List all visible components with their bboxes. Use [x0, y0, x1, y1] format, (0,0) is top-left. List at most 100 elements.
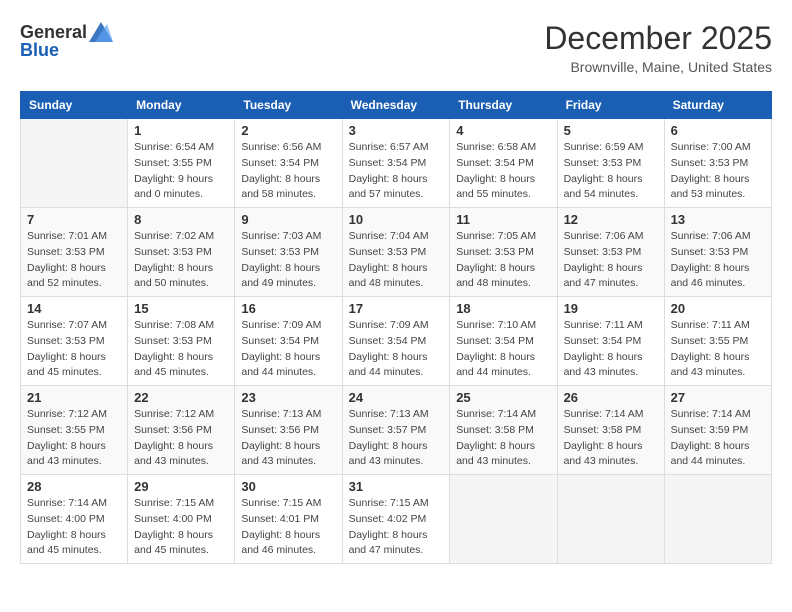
calendar-cell: 27 Sunrise: 7:14 AM Sunset: 3:59 PM Dayli…: [664, 386, 771, 475]
day-info: Sunrise: 7:01 AM Sunset: 3:53 PM Dayligh…: [27, 229, 121, 292]
logo-icon: [89, 20, 113, 44]
day-number: 29: [134, 479, 228, 494]
day-number: 14: [27, 301, 121, 316]
calendar-week-row: 21Sunrise: 7:12 AM Sunset: 3:55 PM Dayli…: [21, 386, 772, 475]
day-number: 25: [456, 390, 550, 405]
day-info: Sunrise: 7:04 AM Sunset: 3:53 PM Dayligh…: [349, 229, 444, 292]
day-number: 23: [241, 390, 335, 405]
calendar-week-row: 7 Sunrise: 7:01 AM Sunset: 3:53 PM Daylig…: [21, 208, 772, 297]
day-number: 27: [671, 390, 765, 405]
calendar-cell: 16Sunrise: 7:09 AM Sunset: 3:54 PM Dayli…: [235, 297, 342, 386]
day-number: 9: [241, 212, 335, 227]
calendar-cell: 18 Sunrise: 7:10 AM Sunset: 3:54 PM Dayli…: [450, 297, 557, 386]
calendar-week-row: 1 Sunrise: 6:54 AM Sunset: 3:55 PM Daylig…: [21, 119, 772, 208]
calendar-cell: 7 Sunrise: 7:01 AM Sunset: 3:53 PM Daylig…: [21, 208, 128, 297]
day-info: Sunrise: 6:56 AM Sunset: 3:54 PM Dayligh…: [241, 140, 335, 203]
day-number: 26: [564, 390, 658, 405]
calendar-table: SundayMondayTuesdayWednesdayThursdayFrid…: [20, 91, 772, 564]
day-number: 18: [456, 301, 550, 316]
day-number: 19: [564, 301, 658, 316]
day-number: 1: [134, 123, 228, 138]
calendar-header-row: SundayMondayTuesdayWednesdayThursdayFrid…: [21, 92, 772, 119]
day-info: Sunrise: 6:59 AM Sunset: 3:53 PM Dayligh…: [564, 140, 658, 203]
calendar-body: 1 Sunrise: 6:54 AM Sunset: 3:55 PM Daylig…: [21, 119, 772, 564]
day-info: Sunrise: 7:13 AM Sunset: 3:56 PM Dayligh…: [241, 407, 335, 470]
day-info: Sunrise: 7:13 AM Sunset: 3:57 PM Dayligh…: [349, 407, 444, 470]
day-info: Sunrise: 7:06 AM Sunset: 3:53 PM Dayligh…: [671, 229, 765, 292]
weekday-header: Friday: [557, 92, 664, 119]
calendar-cell: 11 Sunrise: 7:05 AM Sunset: 3:53 PM Dayli…: [450, 208, 557, 297]
day-info: Sunrise: 7:07 AM Sunset: 3:53 PM Dayligh…: [27, 318, 121, 381]
day-info: Sunrise: 7:14 AM Sunset: 3:58 PM Dayligh…: [456, 407, 550, 470]
day-number: 30: [241, 479, 335, 494]
day-info: Sunrise: 6:58 AM Sunset: 3:54 PM Dayligh…: [456, 140, 550, 203]
day-number: 15: [134, 301, 228, 316]
day-info: Sunrise: 7:10 AM Sunset: 3:54 PM Dayligh…: [456, 318, 550, 381]
day-info: Sunrise: 7:11 AM Sunset: 3:54 PM Dayligh…: [564, 318, 658, 381]
weekday-header: Saturday: [664, 92, 771, 119]
weekday-header: Wednesday: [342, 92, 450, 119]
day-info: Sunrise: 7:08 AM Sunset: 3:53 PM Dayligh…: [134, 318, 228, 381]
calendar-cell: 19 Sunrise: 7:11 AM Sunset: 3:54 PM Dayli…: [557, 297, 664, 386]
calendar-cell: [557, 475, 664, 564]
day-info: Sunrise: 7:09 AM Sunset: 3:54 PM Dayligh…: [349, 318, 444, 381]
day-number: 13: [671, 212, 765, 227]
location: Brownville, Maine, United States: [544, 59, 772, 75]
calendar-cell: 23 Sunrise: 7:13 AM Sunset: 3:56 PM Dayli…: [235, 386, 342, 475]
calendar-cell: [21, 119, 128, 208]
calendar-cell: 13 Sunrise: 7:06 AM Sunset: 3:53 PM Dayli…: [664, 208, 771, 297]
day-info: Sunrise: 7:14 AM Sunset: 3:59 PM Dayligh…: [671, 407, 765, 470]
day-number: 3: [349, 123, 444, 138]
calendar-cell: 14 Sunrise: 7:07 AM Sunset: 3:53 PM Dayli…: [21, 297, 128, 386]
day-number: 12: [564, 212, 658, 227]
day-number: 10: [349, 212, 444, 227]
calendar-cell: 10 Sunrise: 7:04 AM Sunset: 3:53 PM Dayli…: [342, 208, 450, 297]
day-info: Sunrise: 7:00 AM Sunset: 3:53 PM Dayligh…: [671, 140, 765, 203]
weekday-header: Monday: [128, 92, 235, 119]
calendar-cell: 3Sunrise: 6:57 AM Sunset: 3:54 PM Daylig…: [342, 119, 450, 208]
day-number: 5: [564, 123, 658, 138]
day-info: Sunrise: 7:09 AM Sunset: 3:54 PM Dayligh…: [241, 318, 335, 381]
day-number: 4: [456, 123, 550, 138]
logo: General Blue: [20, 20, 113, 61]
day-number: 28: [27, 479, 121, 494]
day-number: 24: [349, 390, 444, 405]
calendar-cell: 9 Sunrise: 7:03 AM Sunset: 3:53 PM Daylig…: [235, 208, 342, 297]
day-number: 22: [134, 390, 228, 405]
day-number: 7: [27, 212, 121, 227]
day-info: Sunrise: 6:54 AM Sunset: 3:55 PM Dayligh…: [134, 140, 228, 203]
day-info: Sunrise: 7:02 AM Sunset: 3:53 PM Dayligh…: [134, 229, 228, 292]
calendar-cell: 12 Sunrise: 7:06 AM Sunset: 3:53 PM Dayli…: [557, 208, 664, 297]
calendar-cell: 20 Sunrise: 7:11 AM Sunset: 3:55 PM Dayli…: [664, 297, 771, 386]
month-title: December 2025: [544, 20, 772, 57]
day-info: Sunrise: 7:03 AM Sunset: 3:53 PM Dayligh…: [241, 229, 335, 292]
calendar-cell: 30Sunrise: 7:15 AM Sunset: 4:01 PM Dayli…: [235, 475, 342, 564]
day-info: Sunrise: 7:06 AM Sunset: 3:53 PM Dayligh…: [564, 229, 658, 292]
calendar-cell: 15 Sunrise: 7:08 AM Sunset: 3:53 PM Dayli…: [128, 297, 235, 386]
calendar-cell: 21Sunrise: 7:12 AM Sunset: 3:55 PM Dayli…: [21, 386, 128, 475]
day-info: Sunrise: 7:11 AM Sunset: 3:55 PM Dayligh…: [671, 318, 765, 381]
day-number: 11: [456, 212, 550, 227]
calendar-cell: [664, 475, 771, 564]
calendar-cell: 25 Sunrise: 7:14 AM Sunset: 3:58 PM Dayli…: [450, 386, 557, 475]
page-header: General Blue December 2025 Brownville, M…: [20, 20, 772, 75]
calendar-cell: 8Sunrise: 7:02 AM Sunset: 3:53 PM Daylig…: [128, 208, 235, 297]
calendar-cell: 4 Sunrise: 6:58 AM Sunset: 3:54 PM Daylig…: [450, 119, 557, 208]
day-number: 17: [349, 301, 444, 316]
calendar-cell: 31Sunrise: 7:15 AM Sunset: 4:02 PM Dayli…: [342, 475, 450, 564]
day-info: Sunrise: 7:14 AM Sunset: 4:00 PM Dayligh…: [27, 496, 121, 559]
calendar-cell: [450, 475, 557, 564]
calendar-week-row: 14 Sunrise: 7:07 AM Sunset: 3:53 PM Dayli…: [21, 297, 772, 386]
calendar-cell: 6 Sunrise: 7:00 AM Sunset: 3:53 PM Daylig…: [664, 119, 771, 208]
weekday-header: Sunday: [21, 92, 128, 119]
calendar-week-row: 28 Sunrise: 7:14 AM Sunset: 4:00 PM Dayli…: [21, 475, 772, 564]
day-number: 20: [671, 301, 765, 316]
day-number: 31: [349, 479, 444, 494]
day-number: 6: [671, 123, 765, 138]
day-info: Sunrise: 7:14 AM Sunset: 3:58 PM Dayligh…: [564, 407, 658, 470]
day-info: Sunrise: 7:05 AM Sunset: 3:53 PM Dayligh…: [456, 229, 550, 292]
calendar-cell: 26 Sunrise: 7:14 AM Sunset: 3:58 PM Dayli…: [557, 386, 664, 475]
day-info: Sunrise: 7:15 AM Sunset: 4:00 PM Dayligh…: [134, 496, 228, 559]
day-number: 2: [241, 123, 335, 138]
calendar-cell: 28 Sunrise: 7:14 AM Sunset: 4:00 PM Dayli…: [21, 475, 128, 564]
